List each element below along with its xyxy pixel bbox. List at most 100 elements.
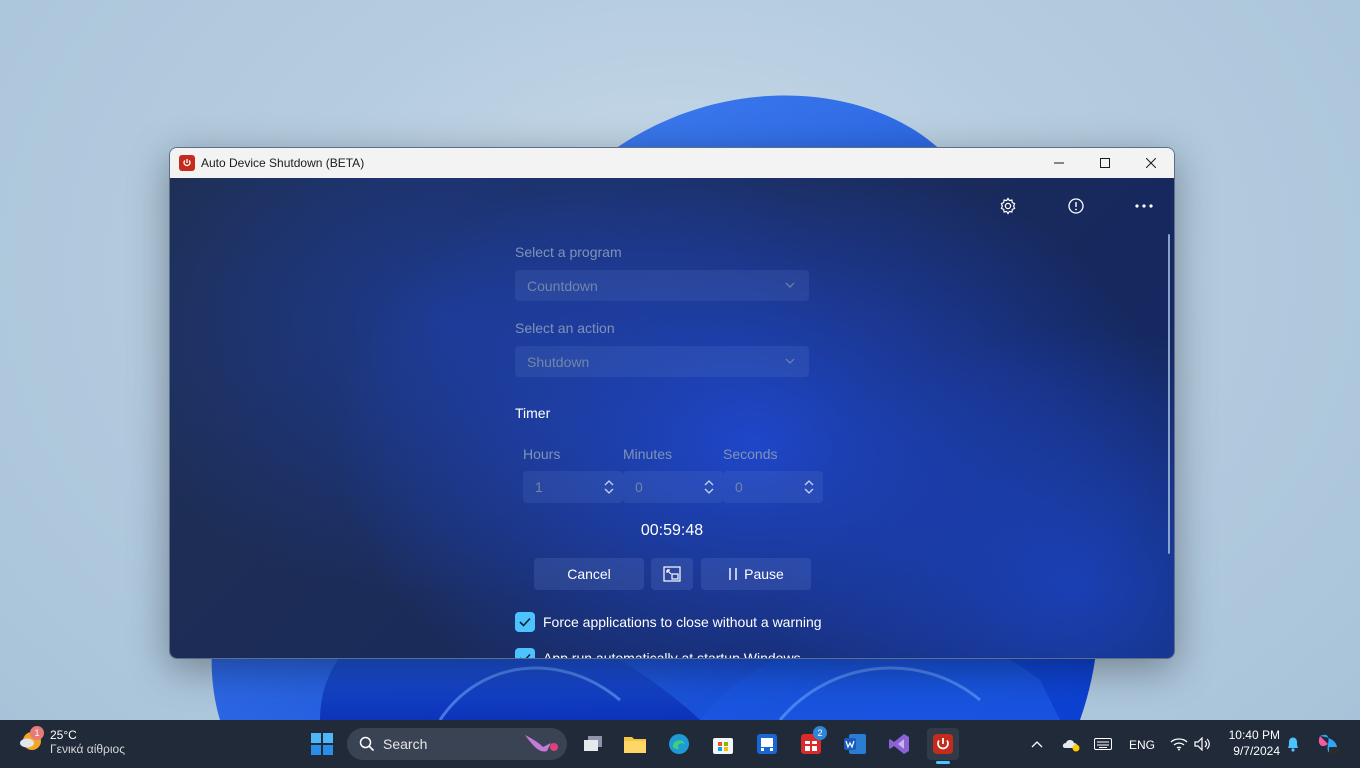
store-button[interactable] [707,728,739,760]
clock-time: 10:40 PM [1228,728,1280,742]
minimize-button[interactable] [1036,148,1082,178]
transit-app-button[interactable] [751,728,783,760]
task-view-button[interactable] [577,728,609,760]
keyboard-icon [1094,738,1112,750]
minimize-icon [1054,162,1064,164]
title-bar[interactable]: Auto Device Shutdown (BETA) [170,148,1174,178]
spinner-icon[interactable] [803,479,815,495]
action-select[interactable]: Shutdown [515,346,809,377]
cloud-warning-icon [1062,740,1080,752]
visual-studio-icon [889,734,909,754]
volume-status[interactable] [1189,728,1217,760]
visual-studio-button[interactable] [883,728,915,760]
minutes-input[interactable]: 0 [623,471,723,503]
autostart-label: App run automatically at startup Windows [543,650,801,659]
seconds-value: 0 [735,479,743,495]
clock[interactable]: 10:40 PM 9/7/2024 [1226,728,1280,758]
spinner-icon[interactable] [603,479,615,495]
onedrive-button[interactable] [1057,728,1085,760]
bell-icon [1288,737,1298,752]
taskbar: 1 25°C Γενικά αίθριος Search 2 ENG 10:40… [0,720,1360,768]
file-explorer-button[interactable] [619,728,651,760]
clock-date: 9/7/2024 [1233,744,1280,758]
pause-label: Pause [744,566,784,582]
compact-mode-button[interactable] [651,558,693,590]
force-close-label: Force applications to close without a wa… [543,614,822,630]
scrollbar[interactable] [1168,234,1170,554]
maximize-icon [1100,158,1110,168]
show-hidden-icons-button[interactable] [1023,728,1051,760]
chevron-up-icon [1031,741,1043,748]
language-indicator[interactable]: ENG [1129,738,1155,752]
timer-heading: Timer [515,405,551,421]
program-label: Select a program [515,244,622,260]
action-value: Shutdown [527,353,590,370]
edge-button[interactable] [663,728,695,760]
gift-app-button[interactable]: 2 [795,726,827,760]
bus-icon [757,734,777,754]
store-icon [713,738,733,754]
weather-temp: 25°C [50,728,77,742]
more-icon [1135,204,1153,208]
wifi-icon [1170,738,1188,751]
weather-badge: 1 [30,726,44,740]
edge-browser-icon [669,734,689,754]
folder-icon [624,737,646,753]
action-label: Select an action [515,320,615,336]
close-button[interactable] [1128,148,1174,178]
seconds-input[interactable]: 0 [723,471,823,503]
info-button[interactable] [1062,192,1090,220]
task-view-icon [584,736,602,751]
word-button[interactable] [839,728,871,760]
cancel-button[interactable]: Cancel [534,558,644,590]
spinner-icon[interactable] [703,479,715,495]
minutes-value: 0 [635,479,643,495]
settings-button[interactable] [994,192,1022,220]
more-button[interactable] [1130,192,1158,220]
pause-button[interactable]: Pause [701,558,811,590]
window-title: Auto Device Shutdown (BETA) [201,156,365,170]
picture-in-picture-icon [663,566,681,582]
minutes-label: Minutes [623,446,673,462]
windows-logo-icon [311,733,333,755]
checkmark-icon [520,653,531,658]
program-select[interactable]: Countdown [515,270,809,301]
force-close-option[interactable]: Force applications to close without a wa… [515,612,822,632]
speaker-icon [1194,737,1210,751]
chevron-down-icon [785,282,795,288]
seconds-label: Seconds [723,446,778,462]
weather-icon: 1 [18,726,44,754]
power-icon [933,734,953,754]
auto-shutdown-button[interactable] [927,728,959,764]
main-content: Select a program Countdown Select an act… [170,178,1174,658]
gift-badge: 2 [813,726,827,740]
touch-keyboard-button[interactable] [1089,728,1117,760]
autostart-checkbox[interactable] [515,648,535,658]
start-button[interactable] [306,728,338,760]
search-box[interactable]: Search [347,728,567,760]
gear-icon [1000,197,1016,215]
search-label: Search [383,736,428,752]
notifications-button[interactable] [1279,728,1307,760]
pause-icon [729,568,737,580]
hummingbird-icon [525,735,558,752]
copilot-icon [1318,734,1339,754]
maximize-button[interactable] [1082,148,1128,178]
power-icon [179,155,195,171]
weather-desc: Γενικά αίθριος [50,742,125,756]
close-icon [1146,158,1156,168]
autostart-option[interactable]: App run automatically at startup Windows [515,648,801,659]
word-icon [844,734,866,754]
cancel-label: Cancel [567,566,611,582]
checkmark-icon [519,617,531,627]
hours-value: 1 [535,479,543,495]
app-window: Auto Device Shutdown (BETA) Select a pro… [169,147,1175,659]
info-icon [1068,198,1084,214]
weather-widget[interactable]: 1 25°C Γενικά αίθριος [18,726,125,756]
program-value: Countdown [527,277,598,294]
hours-input[interactable]: 1 [523,471,623,503]
chevron-down-icon [785,358,795,364]
force-close-checkbox[interactable] [515,612,535,632]
active-indicator [936,761,950,764]
copilot-button[interactable] [1313,728,1343,760]
